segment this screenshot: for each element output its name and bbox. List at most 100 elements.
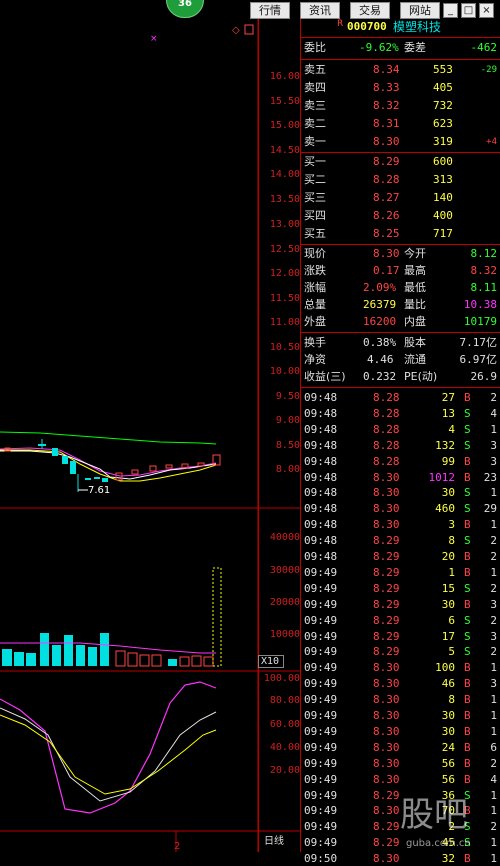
tick-volume: 27	[441, 391, 455, 404]
tick-time: 09:49	[304, 677, 338, 691]
tick-volume: 5	[448, 645, 455, 659]
tick-volume: 15	[441, 581, 455, 595]
tick-volume: 1	[448, 565, 455, 579]
page-marker: 2	[174, 841, 180, 852]
tick-side: B	[464, 661, 471, 675]
tick-row: 09:48 8.30 3 B 1	[301, 517, 500, 532]
tick-row: 09:49 8.29 15 S 2	[301, 581, 500, 596]
tick-time: 09:49	[304, 724, 338, 738]
buy-row-2[interactable]: 买二 8.28 313	[301, 172, 500, 188]
tick-volume: 30	[441, 486, 455, 500]
tick-price: 8.29	[373, 597, 400, 611]
tick-row: 09:49 8.29 1 B 1	[301, 565, 500, 580]
tick-time: 09:49	[304, 565, 338, 579]
close-icon[interactable]: ×	[479, 3, 494, 18]
price-tick: 10.00	[269, 366, 300, 377]
website-button[interactable]: 网站	[400, 2, 440, 19]
minimize-icon[interactable]: _	[443, 3, 458, 18]
sell-row-5[interactable]: 卖五 8.34 553 -29	[301, 62, 500, 78]
tick-time: 09:48	[304, 454, 338, 468]
tick-count: 1	[490, 724, 497, 738]
guba-watermark: 股吧 guba.com.cn	[400, 795, 471, 849]
tick-side: B	[464, 391, 471, 404]
tick-volume: 100	[435, 661, 455, 675]
tick-count: 23	[483, 470, 497, 484]
tick-time: 09:49	[304, 709, 338, 722]
tick-count: 2	[490, 613, 497, 627]
buy-row-1[interactable]: 买一 8.29 600	[301, 154, 500, 170]
tick-count: 1	[490, 693, 497, 707]
buy-row-5[interactable]: 买五 8.25 717	[301, 226, 500, 242]
notification-badge[interactable]: 36	[166, 0, 204, 18]
tick-row: 09:49 8.30 24 B 6	[301, 740, 500, 755]
price-tick: 14.50	[269, 145, 300, 156]
tick-volume: 30	[441, 709, 455, 722]
j-line	[0, 714, 217, 795]
tick-volume: 24	[441, 740, 455, 754]
news-button[interactable]: 资讯	[300, 2, 340, 19]
tick-count: 3	[490, 677, 497, 691]
sell-row-1[interactable]: 卖一 8.30 319 +4	[301, 134, 500, 150]
maximize-icon[interactable]: □	[461, 3, 476, 18]
quotes-button[interactable]: 行情	[250, 2, 290, 19]
tick-row: 09:49 8.29 5 S 2	[301, 644, 500, 659]
tick-side: B	[464, 470, 471, 484]
cross-marker: ×	[150, 34, 158, 44]
tick-count: 3	[490, 629, 497, 643]
tick-side: B	[464, 693, 471, 707]
tick-row: 09:49 8.30 56 B 2	[301, 756, 500, 771]
sell-row-2[interactable]: 卖二 8.31 623	[301, 116, 500, 132]
kline-chart[interactable]: × ◇ 7.61 2	[0, 19, 300, 852]
tick-volume: 17	[441, 629, 455, 643]
volume-tick: 30000	[269, 565, 300, 576]
tick-count: 29	[483, 502, 497, 516]
tick-price: 8.30	[373, 709, 400, 722]
price-tick: 8.50	[275, 440, 300, 451]
diamond-icon: ◇	[232, 25, 240, 36]
sell-row-3[interactable]: 卖三 8.32 732	[301, 98, 500, 114]
tick-count: 1	[490, 565, 497, 579]
tick-price: 8.30	[373, 740, 400, 754]
buy-row-4[interactable]: 买四 8.26 400	[301, 208, 500, 224]
tick-time: 09:48	[304, 534, 338, 548]
quote-row: 涨跌 0.17 最高 8.32	[304, 264, 497, 277]
tick-price: 8.30	[373, 486, 400, 500]
tick-count: 6	[490, 740, 497, 754]
svg-text:guba.com.cn: guba.com.cn	[406, 838, 471, 849]
price-tick: 11.50	[269, 293, 300, 304]
period-tab[interactable]: 日线	[264, 832, 300, 847]
indicator-tick: 20.00	[269, 765, 300, 776]
tick-side: S	[464, 486, 471, 500]
tick-side: S	[464, 645, 471, 659]
trade-button[interactable]: 交易	[350, 2, 390, 19]
tick-count: 1	[490, 852, 497, 866]
tick-count: 3	[490, 597, 497, 611]
tick-row: 09:48 8.28 99 B 3	[301, 454, 500, 469]
tick-count: 2	[490, 645, 497, 659]
tick-time: 09:49	[304, 836, 338, 850]
buy-row-3[interactable]: 买三 8.27 140	[301, 190, 500, 206]
tick-time: 09:48	[304, 502, 338, 516]
sell-row-4[interactable]: 卖四 8.33 405	[301, 80, 500, 96]
stock-name: 模塑科技	[393, 20, 442, 34]
tick-count: 2	[490, 756, 497, 770]
tick-volume: 30	[441, 724, 455, 738]
indicator-tick: 60.00	[269, 719, 300, 730]
tick-time: 09:49	[304, 788, 338, 802]
volume-tick: 10000	[269, 629, 300, 640]
tick-row: 09:49 8.30 30 B 1	[301, 724, 500, 739]
tick-side: S	[464, 613, 471, 627]
tick-count: 2	[490, 391, 497, 404]
quote-row: 总量 26379 量比 10.38	[304, 298, 497, 311]
quote-row: 涨幅 2.09% 最低 8.11	[304, 281, 497, 294]
tick-time: 09:48	[304, 550, 338, 563]
tick-time: 09:49	[304, 772, 338, 786]
indicator-tick: 40.00	[269, 742, 300, 753]
tick-time: 09:50	[304, 852, 338, 866]
tick-side: B	[464, 518, 471, 532]
tick-price: 8.30	[373, 502, 400, 516]
tick-time: 09:49	[304, 613, 338, 627]
stock-header: R 000700 模塑科技	[301, 19, 500, 35]
price-tick: 11.00	[269, 317, 300, 328]
tick-volume: 20	[441, 550, 455, 563]
